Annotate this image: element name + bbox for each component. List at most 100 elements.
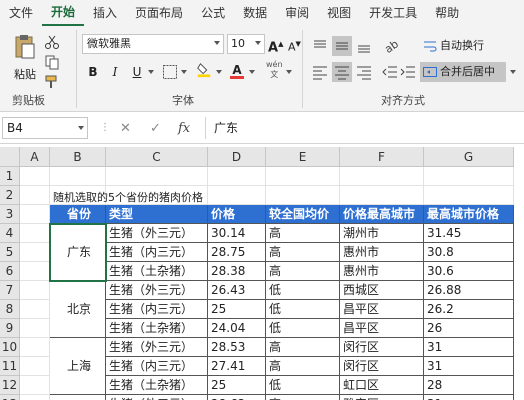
font-color-icon[interactable]: A bbox=[230, 60, 244, 80]
table-data-cell[interactable]: 低 bbox=[266, 319, 340, 338]
table-data-cell[interactable]: 生猪（外三元） bbox=[106, 281, 208, 300]
orientation-icon[interactable]: ab bbox=[380, 36, 400, 56]
cell-A5[interactable] bbox=[20, 243, 50, 262]
font-family-select[interactable]: 微软雅黑 bbox=[82, 34, 224, 54]
cell-A7[interactable] bbox=[20, 281, 50, 300]
cell-A13[interactable] bbox=[20, 395, 50, 400]
cell-C1[interactable] bbox=[106, 167, 208, 186]
table-data-cell[interactable]: 26.88 bbox=[424, 281, 514, 300]
insert-function-icon[interactable]: fx bbox=[178, 121, 190, 136]
table-data-cell[interactable]: 24.04 bbox=[208, 319, 266, 338]
table-data-cell[interactable]: 生猪（内三元） bbox=[106, 357, 208, 376]
table-data-cell[interactable]: 30.14 bbox=[208, 224, 266, 243]
table-data-cell[interactable]: 30.6 bbox=[424, 262, 514, 281]
underline-button[interactable]: U bbox=[130, 62, 144, 82]
align-bottom-icon[interactable] bbox=[354, 36, 374, 56]
table-data-cell[interactable]: 高 bbox=[266, 395, 340, 400]
tab-1[interactable]: 开始 bbox=[42, 0, 85, 26]
align-top-icon[interactable] bbox=[310, 36, 330, 56]
table-data-cell[interactable]: 28.53 bbox=[208, 338, 266, 357]
cell-A10[interactable] bbox=[20, 338, 50, 357]
table-data-cell[interactable]: 生猪（土杂猪） bbox=[106, 262, 208, 281]
cell-A9[interactable] bbox=[20, 319, 50, 338]
row-header-13[interactable]: 13 bbox=[0, 395, 20, 400]
merge-center-button[interactable]: 合并后居中 bbox=[420, 62, 506, 82]
table-header-cell[interactable]: 最高城市价格 bbox=[424, 205, 514, 224]
table-data-cell[interactable]: 25 bbox=[208, 300, 266, 319]
wrap-text-button[interactable]: 自动换行 bbox=[420, 36, 484, 56]
row-header-11[interactable]: 11 bbox=[0, 357, 20, 376]
table-data-cell[interactable]: 26.2 bbox=[424, 300, 514, 319]
align-left-icon[interactable] bbox=[310, 62, 330, 82]
table-data-cell[interactable]: 虹口区 bbox=[340, 376, 424, 395]
increase-font-icon[interactable]: A▲ bbox=[268, 34, 283, 55]
increase-indent-icon[interactable] bbox=[398, 62, 418, 82]
table-data-cell[interactable]: 28.38 bbox=[208, 262, 266, 281]
tab-2[interactable]: 插入 bbox=[84, 0, 126, 26]
tab-4[interactable]: 公式 bbox=[192, 0, 234, 26]
italic-button[interactable]: I bbox=[108, 62, 122, 82]
cell-A8[interactable] bbox=[20, 300, 50, 319]
table-header-cell[interactable]: 省份 bbox=[50, 205, 106, 224]
row-header-8[interactable]: 8 bbox=[0, 300, 20, 319]
border-icon[interactable] bbox=[162, 64, 178, 80]
table-data-cell[interactable]: 低 bbox=[266, 300, 340, 319]
table-data-cell[interactable]: 昌平区 bbox=[340, 300, 424, 319]
row-header-9[interactable]: 9 bbox=[0, 319, 20, 338]
column-header-E[interactable]: E bbox=[266, 147, 340, 167]
cell-G1[interactable] bbox=[424, 167, 514, 186]
row-header-7[interactable]: 7 bbox=[0, 281, 20, 300]
align-right-icon[interactable] bbox=[354, 62, 374, 82]
name-box[interactable]: B4 bbox=[2, 117, 88, 139]
cell-F2[interactable] bbox=[340, 186, 424, 205]
table-header-cell[interactable]: 价格 bbox=[208, 205, 266, 224]
format-painter-icon[interactable] bbox=[44, 74, 60, 90]
fill-color-icon[interactable] bbox=[196, 62, 212, 78]
cell-E2[interactable] bbox=[266, 186, 340, 205]
table-data-cell[interactable]: 31 bbox=[424, 395, 514, 400]
chevron-down-icon[interactable] bbox=[510, 70, 516, 74]
cut-icon[interactable] bbox=[44, 34, 60, 50]
tab-3[interactable]: 页面布局 bbox=[126, 0, 192, 26]
decrease-indent-icon[interactable] bbox=[380, 62, 400, 82]
align-middle-icon[interactable] bbox=[332, 36, 352, 56]
table-data-cell[interactable]: 生猪（土杂猪） bbox=[106, 376, 208, 395]
column-header-D[interactable]: D bbox=[208, 147, 266, 167]
table-data-cell[interactable]: 生猪（外三元） bbox=[106, 395, 208, 400]
table-data-cell[interactable]: 31.45 bbox=[424, 224, 514, 243]
table-data-cell[interactable]: 惠州市 bbox=[340, 262, 424, 281]
table-data-cell[interactable]: 26 bbox=[424, 319, 514, 338]
row-header-5[interactable]: 5 bbox=[0, 243, 20, 262]
tab-9[interactable]: 帮助 bbox=[426, 0, 468, 26]
table-data-cell[interactable]: 28.75 bbox=[208, 243, 266, 262]
align-center-icon[interactable] bbox=[332, 62, 352, 82]
table-data-cell[interactable]: 26.43 bbox=[208, 281, 266, 300]
province-cell-empty[interactable] bbox=[50, 395, 106, 400]
column-header-B[interactable]: B bbox=[50, 147, 106, 167]
row-header-1[interactable]: 1 bbox=[0, 167, 20, 186]
table-data-cell[interactable]: 高 bbox=[266, 243, 340, 262]
row-header-6[interactable]: 6 bbox=[0, 262, 20, 281]
table-data-cell[interactable]: 惠州市 bbox=[340, 243, 424, 262]
tab-0[interactable]: 文件 bbox=[0, 0, 42, 26]
cell-A11[interactable] bbox=[20, 357, 50, 376]
table-data-cell[interactable]: 28 bbox=[424, 376, 514, 395]
table-data-cell[interactable]: 高 bbox=[266, 357, 340, 376]
table-data-cell[interactable]: 高 bbox=[266, 338, 340, 357]
table-data-cell[interactable]: 昌平区 bbox=[340, 319, 424, 338]
column-header-F[interactable]: F bbox=[340, 147, 424, 167]
table-header-cell[interactable]: 价格最高城市 bbox=[340, 205, 424, 224]
cell-B1[interactable] bbox=[50, 167, 106, 186]
table-data-cell[interactable]: 25 bbox=[208, 376, 266, 395]
table-data-cell[interactable]: 高 bbox=[266, 262, 340, 281]
decrease-font-icon[interactable]: A▼ bbox=[288, 34, 301, 54]
tab-6[interactable]: 审阅 bbox=[276, 0, 318, 26]
cancel-icon[interactable]: ✕ bbox=[120, 121, 131, 136]
cell-A4[interactable] bbox=[20, 224, 50, 243]
cell-D1[interactable] bbox=[208, 167, 266, 186]
row-header-2[interactable]: 2 bbox=[0, 186, 20, 205]
cell-F1[interactable] bbox=[340, 167, 424, 186]
table-data-cell[interactable]: 西城区 bbox=[340, 281, 424, 300]
table-data-cell[interactable]: 31 bbox=[424, 357, 514, 376]
column-header-A[interactable]: A bbox=[20, 147, 50, 167]
